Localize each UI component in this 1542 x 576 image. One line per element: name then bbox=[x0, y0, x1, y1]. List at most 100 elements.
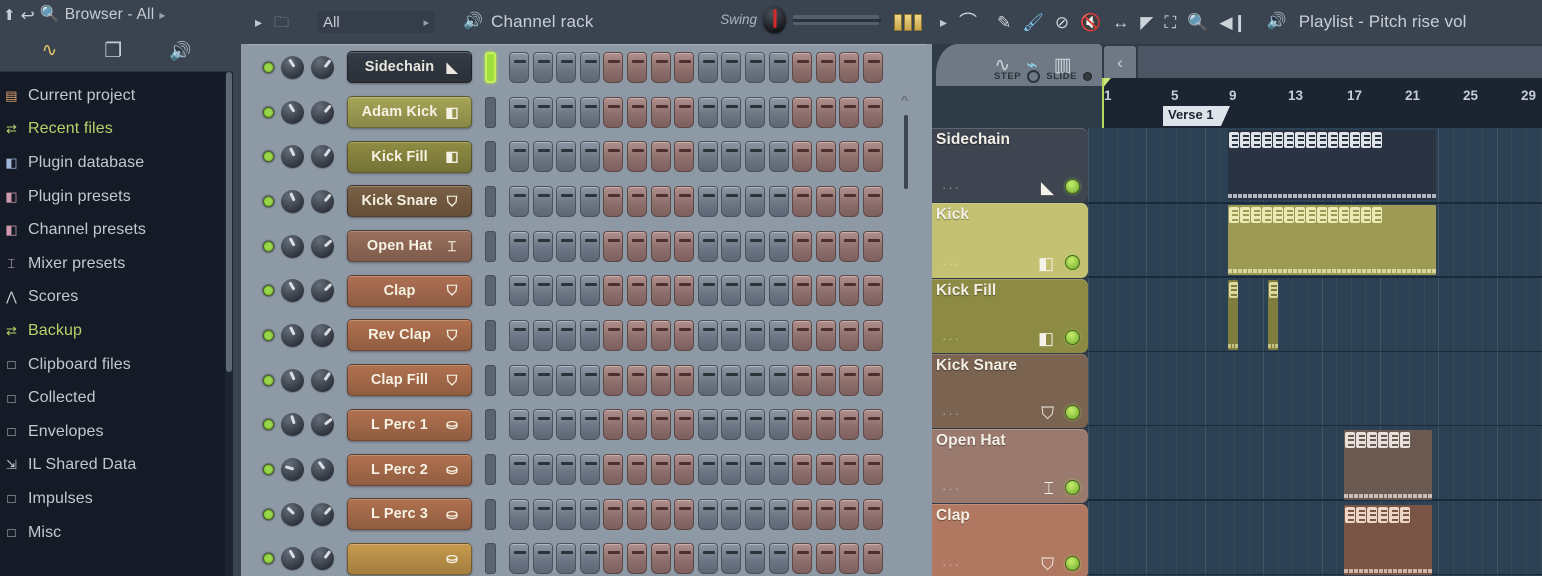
track-enable-led[interactable] bbox=[1065, 329, 1080, 345]
channel-row[interactable]: Sidechain ◣ bbox=[247, 45, 926, 90]
slip-icon[interactable]: ↔ bbox=[1112, 14, 1129, 31]
channel-name-button[interactable]: Kick Snare ⛉ bbox=[347, 185, 472, 218]
channel-enable-led[interactable] bbox=[263, 464, 274, 476]
step-button[interactable] bbox=[532, 51, 553, 83]
step-button[interactable] bbox=[532, 543, 553, 575]
channel-enable-led[interactable] bbox=[263, 285, 274, 297]
step-button[interactable] bbox=[792, 498, 813, 530]
step-button[interactable] bbox=[839, 51, 860, 83]
step-button[interactable] bbox=[839, 364, 860, 396]
step-button[interactable] bbox=[815, 230, 836, 262]
step-button[interactable] bbox=[744, 454, 765, 486]
step-button[interactable] bbox=[509, 498, 529, 530]
channel-volume-knob[interactable] bbox=[311, 368, 334, 392]
step-button[interactable] bbox=[532, 454, 553, 486]
step-button[interactable] bbox=[721, 498, 742, 530]
step-button[interactable] bbox=[556, 230, 577, 262]
playback-icon[interactable]: ◀❙ bbox=[1219, 14, 1246, 31]
step-button[interactable] bbox=[674, 543, 695, 575]
channel-row[interactable]: Kick Snare ⛉ bbox=[247, 179, 926, 224]
step-button[interactable] bbox=[579, 96, 600, 128]
step-button[interactable] bbox=[603, 141, 624, 173]
track-handle-dots[interactable]: ··· bbox=[942, 406, 961, 421]
step-button[interactable] bbox=[532, 498, 553, 530]
browser-item-misc[interactable]: □ Misc bbox=[0, 516, 233, 550]
channel-name-button[interactable]: Rev Clap ⛉ bbox=[347, 319, 472, 352]
step-button[interactable] bbox=[768, 454, 789, 486]
step-button[interactable] bbox=[792, 319, 813, 351]
kick-clip[interactable] bbox=[1228, 205, 1436, 275]
waveform-icon[interactable]: ∿ bbox=[41, 41, 57, 60]
step-button[interactable] bbox=[697, 319, 718, 351]
step-button[interactable] bbox=[674, 498, 695, 530]
step-button[interactable] bbox=[650, 185, 671, 217]
step-button[interactable] bbox=[744, 96, 765, 128]
step-button[interactable] bbox=[697, 51, 718, 83]
playlist-track-header[interactable]: Open Hat ··· ⌶ bbox=[932, 429, 1088, 504]
undo-arrow-icon[interactable]: ↩ bbox=[21, 7, 35, 24]
step-button[interactable] bbox=[721, 543, 742, 575]
channel-enable-led[interactable] bbox=[263, 240, 274, 252]
step-button[interactable] bbox=[556, 319, 577, 351]
channel-filter-dropdown[interactable]: All ▸ bbox=[317, 11, 436, 33]
step-button[interactable] bbox=[579, 364, 600, 396]
step-toggle[interactable] bbox=[1027, 70, 1041, 83]
track-handle-dots[interactable]: ··· bbox=[942, 557, 961, 572]
step-button[interactable] bbox=[509, 230, 529, 262]
step-button[interactable] bbox=[768, 543, 789, 575]
channel-pan-knob[interactable] bbox=[281, 55, 304, 79]
channel-enable-led[interactable] bbox=[263, 508, 274, 520]
step-button[interactable] bbox=[626, 454, 647, 486]
step-button[interactable] bbox=[603, 319, 624, 351]
channel-enable-led[interactable] bbox=[263, 195, 274, 207]
step-button[interactable] bbox=[509, 364, 529, 396]
track-handle-dots[interactable]: ··· bbox=[942, 180, 961, 195]
step-button[interactable] bbox=[839, 96, 860, 128]
time-marker-verse-1[interactable]: Verse 1 bbox=[1163, 106, 1230, 126]
browser-item-collected[interactable]: □ Collected bbox=[0, 381, 233, 415]
step-button[interactable] bbox=[603, 96, 624, 128]
channel-select-bar[interactable] bbox=[485, 141, 496, 173]
step-button[interactable] bbox=[744, 275, 765, 307]
channel-select-bar[interactable] bbox=[485, 51, 496, 83]
browser-item-impulses[interactable]: □ Impulses bbox=[0, 482, 233, 516]
step-button[interactable] bbox=[626, 230, 647, 262]
step-button[interactable] bbox=[674, 409, 695, 441]
step-button[interactable] bbox=[768, 230, 789, 262]
channel-enable-led[interactable] bbox=[263, 151, 274, 163]
step-button[interactable] bbox=[579, 498, 600, 530]
step-button[interactable] bbox=[626, 543, 647, 575]
step-button[interactable] bbox=[792, 141, 813, 173]
step-button[interactable] bbox=[721, 319, 742, 351]
rack-scrollbar-thumb[interactable] bbox=[904, 115, 908, 189]
channel-enable-led[interactable] bbox=[263, 374, 274, 386]
step-button[interactable] bbox=[626, 275, 647, 307]
step-button[interactable] bbox=[744, 498, 765, 530]
channel-select-bar[interactable] bbox=[485, 409, 496, 441]
step-button[interactable] bbox=[744, 141, 765, 173]
step-button[interactable] bbox=[556, 96, 577, 128]
channel-row[interactable]: L Perc 2 ⛀ bbox=[247, 447, 926, 492]
step-button[interactable] bbox=[697, 230, 718, 262]
delete-slash-icon[interactable]: ⊘ bbox=[1055, 14, 1069, 31]
step-button[interactable] bbox=[744, 409, 765, 441]
step-button[interactable] bbox=[650, 454, 671, 486]
step-button[interactable] bbox=[603, 275, 624, 307]
step-button[interactable] bbox=[744, 543, 765, 575]
step-button[interactable] bbox=[768, 319, 789, 351]
step-button[interactable] bbox=[556, 51, 577, 83]
channel-name-button[interactable]: Clap ⛉ bbox=[347, 274, 472, 307]
step-button[interactable] bbox=[768, 96, 789, 128]
track-enable-led[interactable] bbox=[1065, 480, 1080, 496]
channel-name-button[interactable]: ⛀ bbox=[347, 542, 472, 575]
step-button[interactable] bbox=[862, 319, 883, 351]
step-button[interactable] bbox=[792, 185, 813, 217]
kick-fill-clip-2[interactable] bbox=[1268, 280, 1278, 350]
step-button[interactable] bbox=[579, 454, 600, 486]
step-button[interactable] bbox=[862, 498, 883, 530]
step-button[interactable] bbox=[650, 498, 671, 530]
step-button[interactable] bbox=[697, 498, 718, 530]
paint-brush-icon[interactable]: 🖌 bbox=[1022, 14, 1044, 31]
step-button[interactable] bbox=[721, 51, 742, 83]
channel-select-bar[interactable] bbox=[485, 498, 496, 530]
